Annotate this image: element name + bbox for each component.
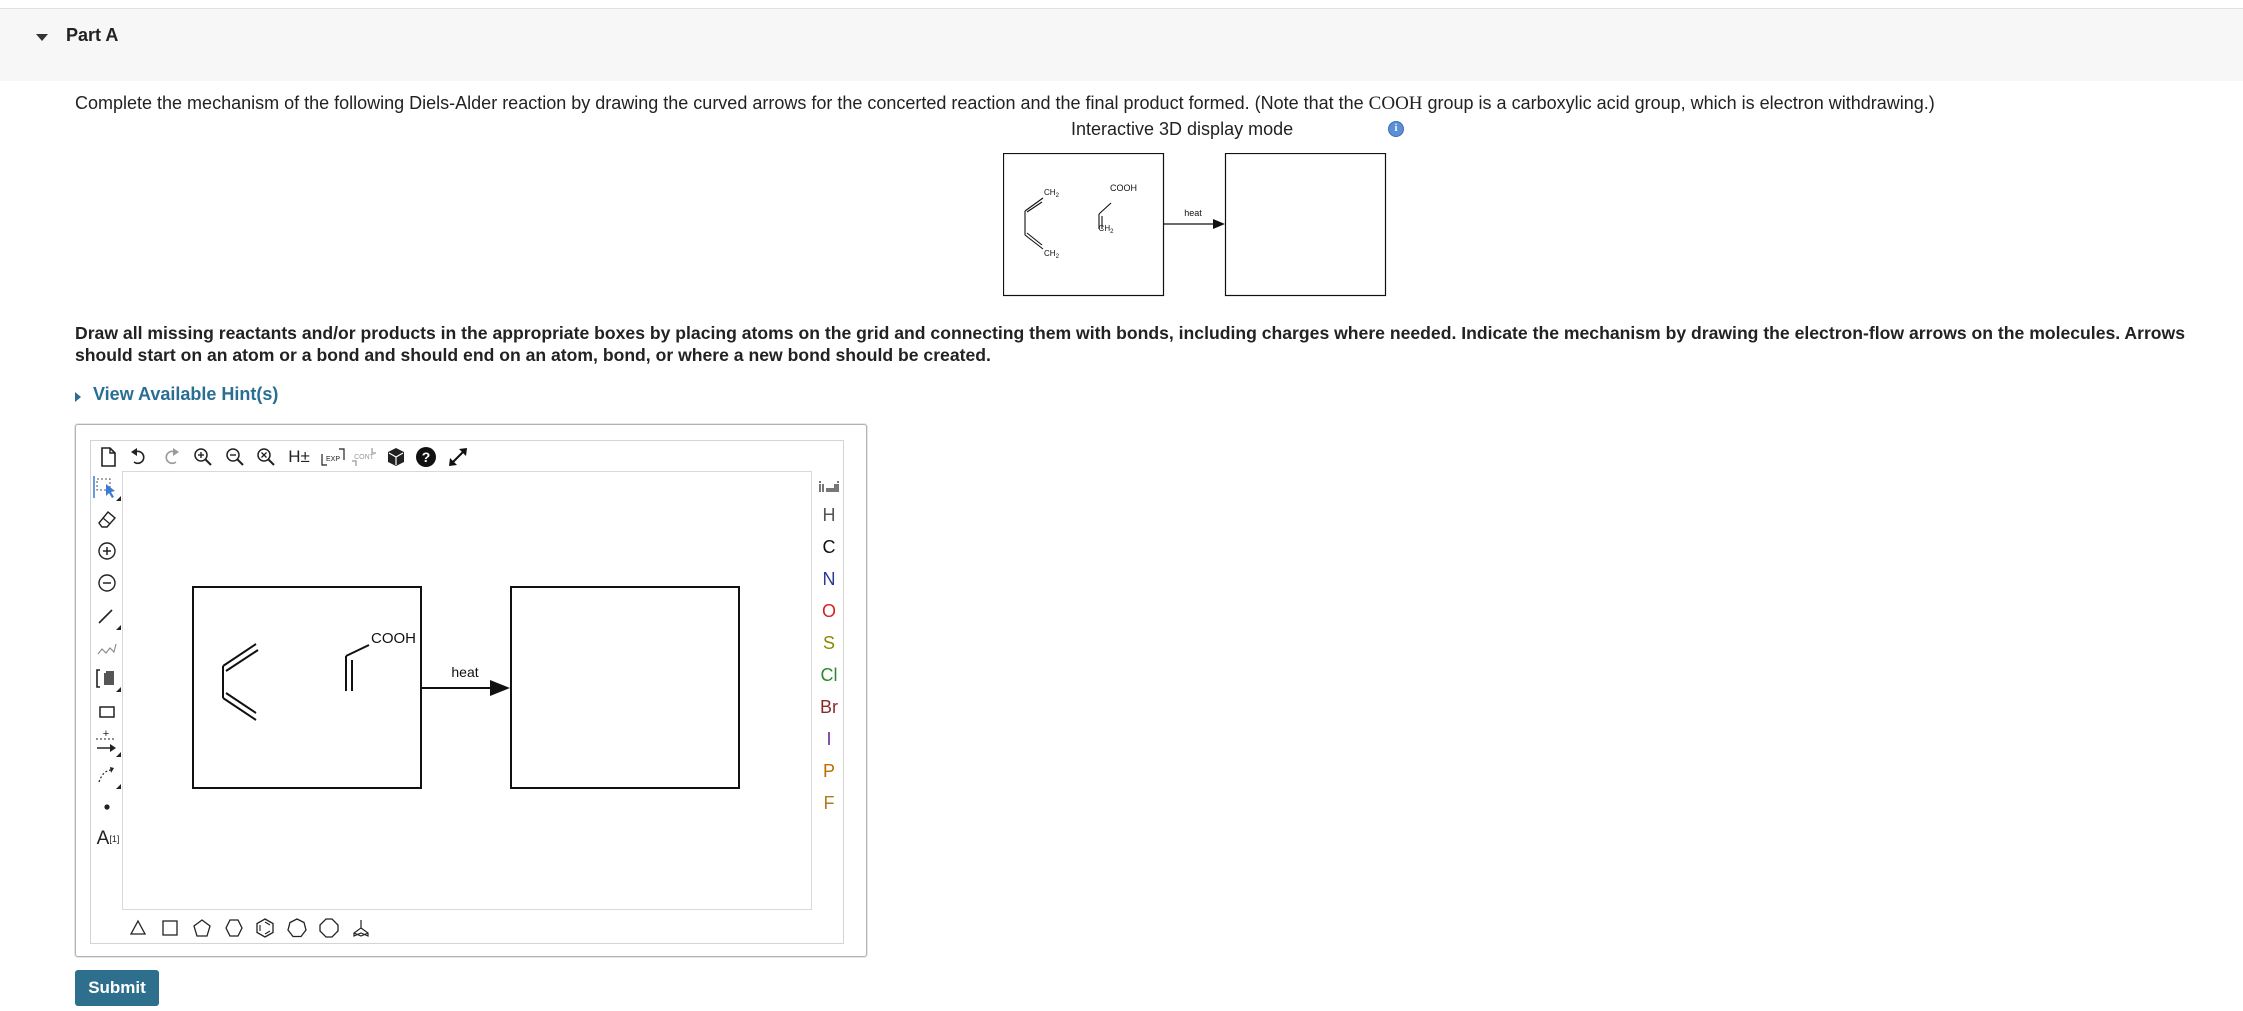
- contract-icon-text: CONT: [354, 454, 375, 461]
- text-tool-superscript: [1]: [109, 834, 120, 844]
- expand-icon-text: EXP: [326, 456, 340, 463]
- hints-caret-icon[interactable]: [75, 392, 81, 402]
- 3d-view-icon[interactable]: [385, 446, 407, 468]
- bracket-icon[interactable]: [94, 665, 122, 693]
- reaction-arrowhead: [1213, 219, 1225, 229]
- element-n[interactable]: N: [811, 569, 847, 590]
- draw-instructions: Draw all missing reactants and/or produc…: [75, 322, 2243, 366]
- chair-icon[interactable]: [350, 917, 372, 939]
- periodic-table-icon[interactable]: [812, 475, 846, 497]
- part-header[interactable]: [0, 8, 2243, 81]
- pentagon-icon[interactable]: [191, 917, 213, 939]
- info-icon[interactable]: i: [1388, 121, 1404, 137]
- canvas-heat-label: heat: [451, 664, 478, 680]
- triangle-icon[interactable]: [127, 917, 149, 939]
- square-icon[interactable]: [159, 917, 181, 939]
- canvas-arrowhead: [490, 680, 510, 696]
- product-box: [1224, 153, 1387, 297]
- reaction-arrow-icon[interactable]: +: [94, 728, 122, 758]
- element-h[interactable]: H: [811, 505, 847, 526]
- element-c[interactable]: C: [811, 537, 847, 558]
- draw-instructions-line1: Draw all missing reactants and/or produc…: [75, 323, 2186, 343]
- element-o[interactable]: O: [811, 601, 847, 622]
- new-document-icon[interactable]: [97, 446, 119, 468]
- view-hints-link[interactable]: View Available Hint(s): [93, 384, 278, 405]
- submit-button[interactable]: Submit: [75, 970, 159, 1006]
- chain-icon[interactable]: [94, 636, 120, 660]
- rectangle-icon[interactable]: [94, 699, 120, 723]
- element-cl[interactable]: Cl: [811, 665, 847, 686]
- part-title: Part A: [66, 25, 119, 45]
- bond-icon[interactable]: [94, 603, 122, 631]
- element-p[interactable]: P: [811, 761, 847, 782]
- text-icon[interactable]: A [1]: [94, 824, 122, 854]
- heptagon-icon[interactable]: [286, 917, 308, 939]
- element-s[interactable]: S: [811, 633, 847, 654]
- zoom-reset-icon[interactable]: [255, 446, 277, 468]
- canvas-product-box[interactable]: [510, 586, 740, 789]
- canvas-reactant-box[interactable]: [192, 586, 422, 789]
- draw-instructions-line2: should start on an atom or a bond and sh…: [75, 345, 991, 365]
- element-i[interactable]: I: [811, 729, 847, 750]
- display-mode-label: Interactive 3D display mode: [1071, 119, 1294, 139]
- question-text: Complete the mechanism of the following …: [75, 93, 1935, 115]
- collapse-caret-icon[interactable]: [36, 34, 48, 41]
- eraser-icon[interactable]: [94, 507, 120, 531]
- minus-charge-icon[interactable]: [94, 571, 120, 595]
- select-icon[interactable]: [92, 474, 122, 502]
- fullscreen-icon[interactable]: [447, 446, 469, 468]
- redo-icon[interactable]: [160, 446, 182, 468]
- question-text-before: Complete the mechanism of the following …: [75, 93, 1369, 113]
- contract-icon[interactable]: CONT: [350, 446, 378, 468]
- svg-text:?: ?: [422, 449, 431, 465]
- curved-arrow-icon[interactable]: [94, 762, 122, 790]
- arrow-label: heat: [1184, 208, 1202, 218]
- octagon-icon[interactable]: [318, 917, 340, 939]
- reactant-box: [1003, 153, 1165, 297]
- undo-icon[interactable]: [128, 446, 150, 468]
- element-f[interactable]: F: [811, 793, 847, 814]
- dienophile-group-label: COOH: [1110, 183, 1137, 193]
- zoom-in-icon[interactable]: [192, 446, 214, 468]
- question-text-after: group is a carboxylic acid group, which …: [1422, 93, 1935, 113]
- benzene-icon[interactable]: [254, 917, 276, 939]
- hydrogen-toggle-icon[interactable]: H±: [286, 446, 312, 468]
- help-icon[interactable]: ?: [415, 446, 437, 468]
- svg-text:+: +: [103, 728, 109, 740]
- canvas-cooh-label: COOH: [371, 630, 416, 647]
- reaction-scheme: CH2 CH2 COOH CH2 heat: [1003, 153, 1387, 297]
- text-tool-label: A: [96, 828, 110, 849]
- expand-icon[interactable]: EXP: [320, 446, 346, 468]
- element-br[interactable]: Br: [811, 697, 847, 718]
- canvas-reaction-template: COOH heat: [192, 586, 740, 789]
- formula-cooh: COOH: [1368, 93, 1423, 114]
- zoom-out-icon[interactable]: [224, 446, 246, 468]
- hexagon-icon[interactable]: [223, 917, 245, 939]
- lone-pair-icon[interactable]: [94, 796, 120, 818]
- plus-charge-icon[interactable]: [94, 539, 120, 563]
